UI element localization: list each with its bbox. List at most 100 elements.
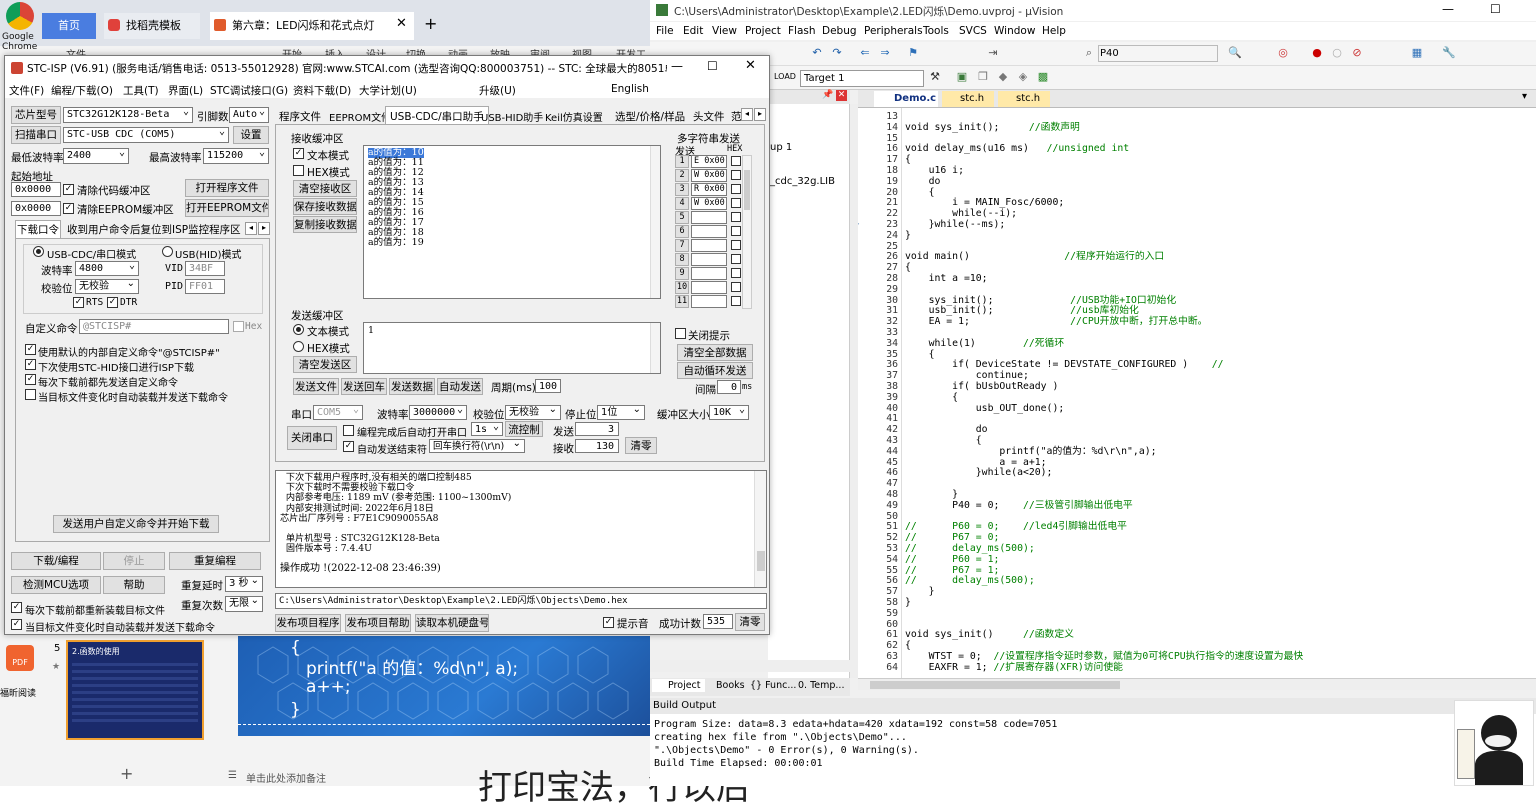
reload-checkbox[interactable]: ✓ <box>11 602 22 613</box>
menu-tools[interactable]: Tools <box>923 25 949 37</box>
tab-templates[interactable]: 0. Temp... <box>798 680 844 691</box>
multi-send-input[interactable] <box>691 295 727 308</box>
repeat-delay-select[interactable]: 3 秒 <box>225 576 263 592</box>
multi-send-input[interactable] <box>691 225 727 238</box>
scan-port-button[interactable]: 扫描串口 <box>11 126 61 144</box>
multi-send-hex-checkbox[interactable] <box>731 240 741 250</box>
log-scrollbar[interactable] <box>754 471 766 587</box>
tab-dropdown-icon[interactable]: ▾ <box>1522 91 1527 102</box>
tab-selection[interactable]: 选型/价格/样品 <box>615 109 685 124</box>
stc-menu-upgrade[interactable]: 升级(U) <box>479 83 516 98</box>
stc-menu-english[interactable]: English <box>611 83 649 95</box>
recv-hex-mode-checkbox[interactable] <box>293 165 304 176</box>
tabs-right-icon[interactable]: ▸ <box>754 108 766 121</box>
tab-keil-sim[interactable]: Keil仿真设置 <box>545 109 603 124</box>
stc-minimize-icon[interactable]: — <box>671 59 683 73</box>
multi-send-button[interactable]: 1 <box>675 155 689 168</box>
usb-cdc-radio[interactable] <box>33 246 44 257</box>
tab-usb-cdc[interactable]: USB-CDC/串口助手 <box>385 106 489 126</box>
download-cmd-tab[interactable]: 下载口令 <box>15 220 61 238</box>
pack-installer-icon[interactable]: ▩ <box>1036 70 1050 84</box>
menu-svcs[interactable]: SVCS <box>959 25 987 37</box>
minimize-icon[interactable]: — <box>1442 2 1454 16</box>
repeat-count-select[interactable]: 无限 <box>225 596 263 612</box>
open-program-button[interactable]: 打开程序文件 <box>185 179 269 197</box>
breakpoint-off-icon[interactable]: ○ <box>1330 46 1344 60</box>
stc-menu-debug[interactable]: STC调试接口(G) <box>210 83 288 98</box>
log-scroll-thumb[interactable] <box>757 551 765 571</box>
copy-icon[interactable]: ❐ <box>976 70 990 84</box>
send-enter-button[interactable]: 发送回车 <box>341 378 387 395</box>
manage-icon[interactable]: ▣ <box>955 70 969 84</box>
send-text-mode-radio[interactable] <box>293 324 304 335</box>
pin-select[interactable]: Auto <box>229 107 269 123</box>
multi-send-hex-checkbox[interactable] <box>731 212 741 222</box>
tab-usb-hid[interactable]: USB-HID助手 <box>481 109 543 124</box>
multi-send-hex-checkbox[interactable] <box>731 170 741 180</box>
build-output[interactable]: Program Size: data=8.3 edata+hdata=420 x… <box>650 714 1536 786</box>
code-editor[interactable]: ▷ 13141516171819202122232425262728293031… <box>858 108 1536 678</box>
multi-send-button[interactable]: 5 <box>675 211 689 224</box>
send-hex-mode-radio[interactable] <box>293 341 304 352</box>
addr-input-2[interactable]: 0x0000 <box>11 201 61 216</box>
beep-checkbox[interactable]: ✓ <box>603 617 614 628</box>
recv-scrollbar[interactable] <box>650 146 660 298</box>
multi-send-input[interactable] <box>691 211 727 224</box>
slide-thumbnail[interactable]: 2.函数的使用 <box>66 640 204 740</box>
editor-hscroll-thumb[interactable] <box>870 681 1120 689</box>
reprogram-button[interactable]: 重复编程 <box>169 552 261 570</box>
help-button[interactable]: 帮助 <box>103 576 165 594</box>
tab-chapter6[interactable]: 第六章：LED闪烁和花式点灯 <box>210 12 414 40</box>
open-eeprom-button[interactable]: 打开EEPROM文件 <box>185 199 269 217</box>
clear-eeprom-checkbox[interactable]: ✓ <box>63 203 74 214</box>
pdf-icon[interactable]: PDF <box>6 645 34 671</box>
forward-icon[interactable]: ⇒ <box>878 46 892 60</box>
clear-send-button[interactable]: 清空发送区 <box>293 356 357 373</box>
menu-help[interactable]: Help <box>1042 25 1066 37</box>
tab-home[interactable]: 首页 <box>42 13 96 39</box>
multi-send-button[interactable]: 7 <box>675 239 689 252</box>
multi-send-button[interactable]: 10 <box>675 281 689 294</box>
baud-select[interactable]: 4800 <box>75 261 139 276</box>
clear-success-button[interactable]: 清零 <box>735 613 765 631</box>
multi-send-button[interactable]: 2 <box>675 169 689 182</box>
menu-file[interactable]: File <box>656 25 674 37</box>
menu-view[interactable]: View <box>712 25 737 37</box>
send-scrollbar[interactable] <box>650 323 660 373</box>
send-custom-button[interactable]: 发送用户自定义命令并开始下载 <box>53 515 219 533</box>
send-data-button[interactable]: 发送数据 <box>389 378 435 395</box>
detect-mcu-button[interactable]: 检测MCU选项 <box>11 576 101 594</box>
tabs-left-icon[interactable]: ◂ <box>741 108 753 121</box>
multi-send-input[interactable] <box>691 267 727 280</box>
stc-maximize-icon[interactable]: ☐ <box>707 59 718 73</box>
tab-program-file[interactable]: 程序文件 <box>279 109 321 124</box>
find-combo[interactable] <box>1098 45 1218 62</box>
auto-open-delay-select[interactable]: 1s <box>471 422 503 436</box>
stc-menu-ui[interactable]: 界面(L) <box>168 83 203 98</box>
tab-more[interactable]: 范 <box>731 109 742 124</box>
log-area[interactable]: 下次下载用户程序时,没有相关的端口控制485 下次下载时不需要校验下载口令 内部… <box>275 470 767 588</box>
debug-icon[interactable]: ◎ <box>1276 46 1290 60</box>
multi-send-hex-checkbox[interactable] <box>731 254 741 264</box>
multi-send-button[interactable]: 3 <box>675 183 689 196</box>
add-slide-icon[interactable]: + <box>120 764 133 783</box>
stop-bits-select[interactable]: 1位 <box>597 405 645 420</box>
redo-icon[interactable]: ↷ <box>830 46 844 60</box>
baud2-select[interactable]: 3000000 <box>409 405 467 420</box>
tab-stc-h-2[interactable]: stc.h <box>998 91 1050 107</box>
menu-debug[interactable]: Debug <box>822 25 857 37</box>
close-tab-icon[interactable]: ✕ <box>396 16 407 31</box>
menu-project[interactable]: Project <box>745 25 781 37</box>
multi-send-button[interactable]: 8 <box>675 253 689 266</box>
multi-send-button[interactable]: 4 <box>675 197 689 210</box>
breakpoint-icon[interactable]: ● <box>1310 46 1324 60</box>
maximize-icon[interactable]: ☐ <box>1490 2 1501 16</box>
notes-placeholder[interactable]: 单击此处添加备注 <box>246 770 326 785</box>
opt3-checkbox[interactable]: ✓ <box>25 374 36 385</box>
multi-send-hex-checkbox[interactable] <box>731 226 741 236</box>
back-icon[interactable]: ⇐ <box>858 46 872 60</box>
pack-icon[interactable]: ◈ <box>1016 70 1030 84</box>
multi-scroll-thumb[interactable] <box>744 170 750 210</box>
rts-checkbox[interactable]: ✓ <box>73 297 84 308</box>
chip-type-button[interactable]: 芯片型号 <box>11 106 61 124</box>
